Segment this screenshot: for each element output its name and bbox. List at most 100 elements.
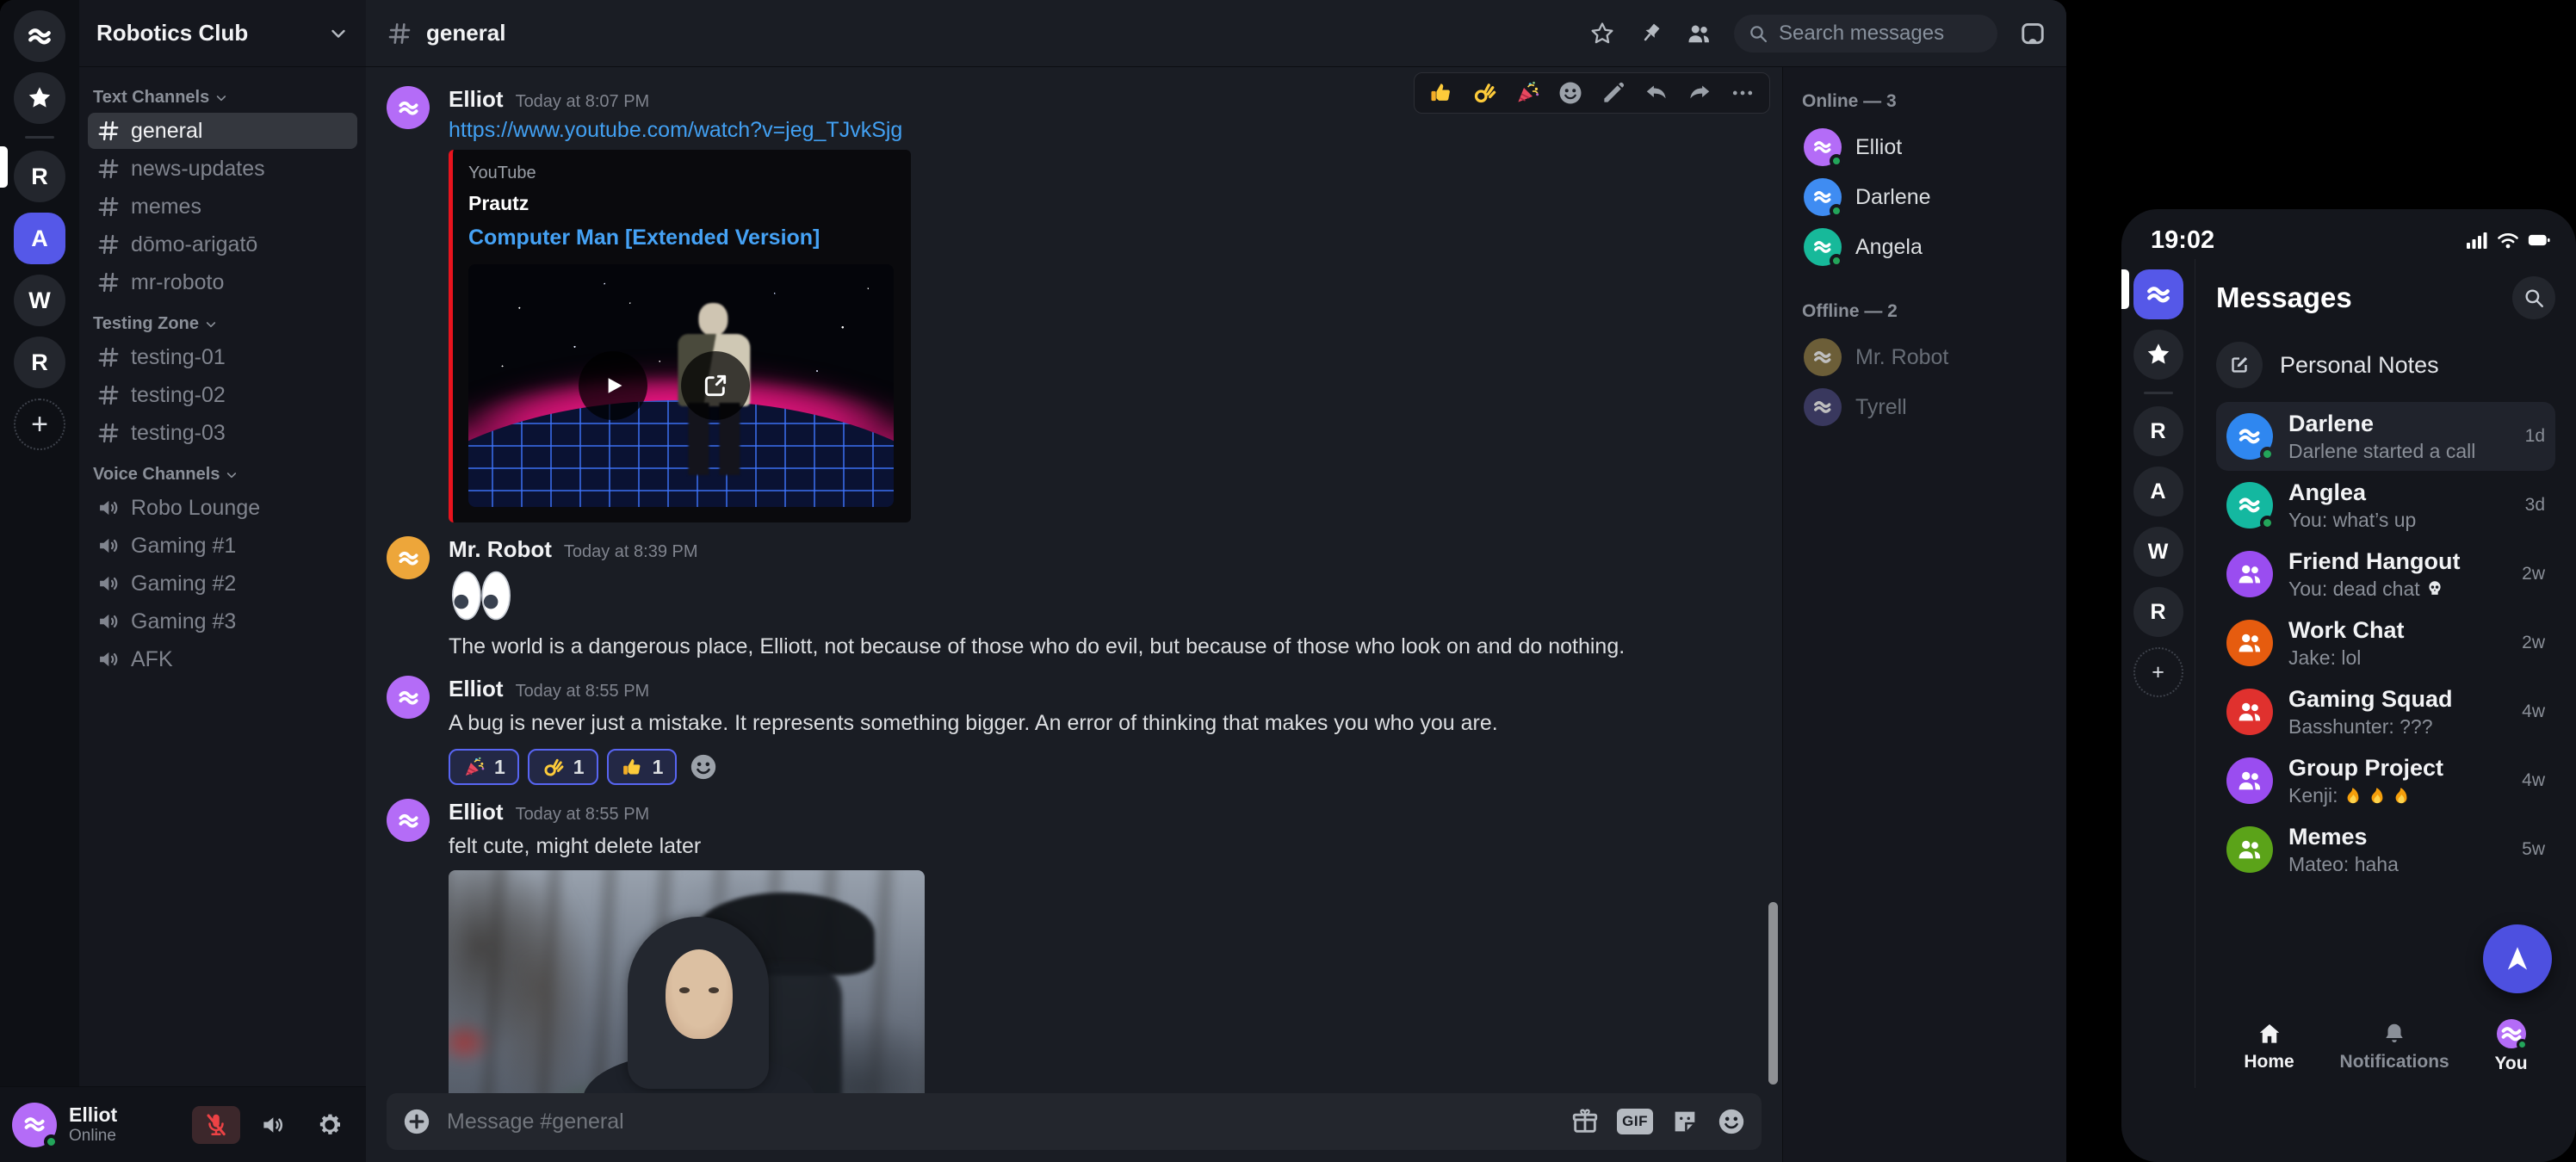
channel-item-gaming-2[interactable]: Gaming #2 xyxy=(88,566,357,602)
user-avatar[interactable] xyxy=(387,799,430,842)
server-icon-r-0[interactable]: R xyxy=(2133,406,2183,456)
deafen-button[interactable] xyxy=(249,1106,297,1144)
personal-notes-item[interactable]: Personal Notes xyxy=(2216,342,2555,388)
server-icon-a-1[interactable]: A xyxy=(14,213,65,264)
server-icon-r-3[interactable]: R xyxy=(14,337,65,388)
conversation-work-chat[interactable]: Work ChatJake: lol2w xyxy=(2216,609,2555,677)
channel-group-label[interactable]: Voice Channels xyxy=(93,465,352,485)
user-avatar[interactable] xyxy=(387,536,430,579)
message-author[interactable]: Elliot xyxy=(449,799,504,825)
server-icon-r-0[interactable]: R xyxy=(14,151,65,202)
server-icon-r-3[interactable]: R xyxy=(2133,587,2183,637)
channel-group-label[interactable]: Text Channels xyxy=(93,88,352,108)
play-button[interactable] xyxy=(579,351,647,420)
attach-plus-icon[interactable] xyxy=(402,1107,431,1136)
user-avatar[interactable] xyxy=(1804,178,1842,216)
new-message-fab[interactable] xyxy=(2483,924,2552,993)
favorites-rail-button[interactable] xyxy=(14,72,65,124)
phone-search-button[interactable] xyxy=(2512,276,2555,319)
reply-icon[interactable] xyxy=(1644,80,1669,106)
user-avatar[interactable] xyxy=(2226,482,2273,528)
server-header[interactable]: Robotics Club xyxy=(79,0,366,67)
add-reaction-icon[interactable] xyxy=(689,752,718,782)
conversation-group-project[interactable]: Group ProjectKenji:4w xyxy=(2216,746,2555,815)
pin-icon[interactable] xyxy=(1638,21,1663,46)
chevron-down-icon[interactable] xyxy=(328,23,349,44)
mute-microphone-button[interactable] xyxy=(192,1106,240,1144)
emoji-picker-icon[interactable] xyxy=(1717,1107,1746,1136)
member-row-elliot[interactable]: Elliot xyxy=(1799,122,2051,172)
message-author[interactable]: Elliot xyxy=(449,86,504,113)
member-row-mr-robot[interactable]: Mr. Robot xyxy=(1799,332,2051,382)
search-input[interactable] xyxy=(1777,21,1975,46)
forward-icon[interactable] xyxy=(1687,80,1712,106)
reaction-pill[interactable]: 1 xyxy=(528,749,598,785)
user-avatar[interactable] xyxy=(1804,338,1842,376)
message-input[interactable]: Message #general xyxy=(447,1109,1555,1134)
add-server-button[interactable]: + xyxy=(2133,647,2183,697)
reaction-pill[interactable]: 1 xyxy=(449,749,519,785)
members-icon[interactable] xyxy=(1686,21,1712,46)
settings-button[interactable] xyxy=(306,1106,354,1144)
sticker-icon[interactable] xyxy=(1670,1107,1700,1136)
channel-group-label[interactable]: Testing Zone xyxy=(93,314,352,334)
channel-header: general xyxy=(366,0,2066,67)
conversation-memes[interactable]: MemesMateo: haha5w xyxy=(2216,815,2555,884)
ok-hand-icon[interactable] xyxy=(1471,80,1497,106)
channel-item-robo-lounge[interactable]: Robo Lounge xyxy=(88,490,357,526)
chat-scrollbar[interactable] xyxy=(1768,902,1778,1085)
user-avatar[interactable] xyxy=(12,1103,57,1147)
user-avatar[interactable] xyxy=(1804,128,1842,166)
star-outline-icon[interactable] xyxy=(1589,21,1615,46)
member-row-darlene[interactable]: Darlene xyxy=(1799,172,2051,222)
server-icon-w-2[interactable]: W xyxy=(14,275,65,326)
reaction-pill[interactable]: 1 xyxy=(607,749,678,785)
server-icon-robotics-club[interactable] xyxy=(14,10,65,62)
thumbs-up-icon[interactable] xyxy=(1428,80,1454,106)
nav-tab-notifications[interactable]: Notifications xyxy=(2340,1021,2449,1072)
gif-picker-button[interactable]: GIF xyxy=(1617,1109,1653,1134)
channel-item-afk[interactable]: AFK xyxy=(88,641,357,677)
server-icon-w-2[interactable]: W xyxy=(2133,527,2183,577)
message-input-bar[interactable]: Message #general GIF xyxy=(387,1093,1762,1150)
channel-item-gaming-3[interactable]: Gaming #3 xyxy=(88,603,357,640)
user-avatar[interactable] xyxy=(387,86,430,129)
channel-item-gaming-1[interactable]: Gaming #1 xyxy=(88,528,357,564)
user-avatar[interactable] xyxy=(1804,228,1842,266)
user-avatar[interactable] xyxy=(2226,413,2273,460)
gift-icon[interactable] xyxy=(1570,1107,1600,1136)
user-avatar[interactable] xyxy=(387,676,430,719)
nav-tab-home[interactable]: Home xyxy=(2244,1021,2294,1072)
member-row-angela[interactable]: Angela xyxy=(1799,222,2051,272)
channel-item-general[interactable]: general xyxy=(88,113,357,149)
channel-item-news-updates[interactable]: news-updates xyxy=(88,151,357,187)
conversation-darlene[interactable]: DarleneDarlene started a call1d xyxy=(2216,402,2555,471)
server-icon-a-1[interactable]: A xyxy=(2133,467,2183,516)
open-external-button[interactable] xyxy=(681,351,750,420)
conversation-anglea[interactable]: AngleaYou: what’s up3d xyxy=(2216,471,2555,540)
party-popper-icon[interactable] xyxy=(1514,80,1540,106)
channel-item-mr-roboto[interactable]: mr-roboto xyxy=(88,264,357,300)
channel-item-testing-03[interactable]: testing-03 xyxy=(88,415,357,451)
message-author[interactable]: Elliot xyxy=(449,676,504,702)
smiley-icon[interactable] xyxy=(1557,80,1583,106)
channel-item-d-mo-arigat-[interactable]: dōmo-arigatō xyxy=(88,226,357,263)
conversation-friend-hangout[interactable]: Friend HangoutYou: dead chat2w xyxy=(2216,540,2555,609)
user-avatar[interactable] xyxy=(1804,388,1842,426)
favorites-rail-button[interactable] xyxy=(2133,330,2183,380)
embed-title[interactable]: Computer Man [Extended Version] xyxy=(468,226,895,250)
pencil-icon[interactable] xyxy=(1601,80,1626,106)
channel-item-memes[interactable]: memes xyxy=(88,189,357,225)
message-link[interactable]: https://www.youtube.com/watch?v=jeg_TJvk… xyxy=(449,118,902,143)
nav-tab-you[interactable]: You xyxy=(2494,1019,2527,1074)
channel-item-testing-01[interactable]: testing-01 xyxy=(88,339,357,375)
server-icon-robotics-club[interactable] xyxy=(2133,269,2183,319)
conversation-gaming-squad[interactable]: Gaming SquadBasshunter: ???4w xyxy=(2216,677,2555,746)
member-row-tyrell[interactable]: Tyrell xyxy=(1799,382,2051,432)
inbox-icon[interactable] xyxy=(2020,21,2046,46)
ellipsis-icon[interactable] xyxy=(1730,80,1756,106)
message-author[interactable]: Mr. Robot xyxy=(449,536,552,563)
search-bar[interactable] xyxy=(1734,15,1997,53)
add-server-button[interactable]: + xyxy=(14,399,65,450)
channel-item-testing-02[interactable]: testing-02 xyxy=(88,377,357,413)
